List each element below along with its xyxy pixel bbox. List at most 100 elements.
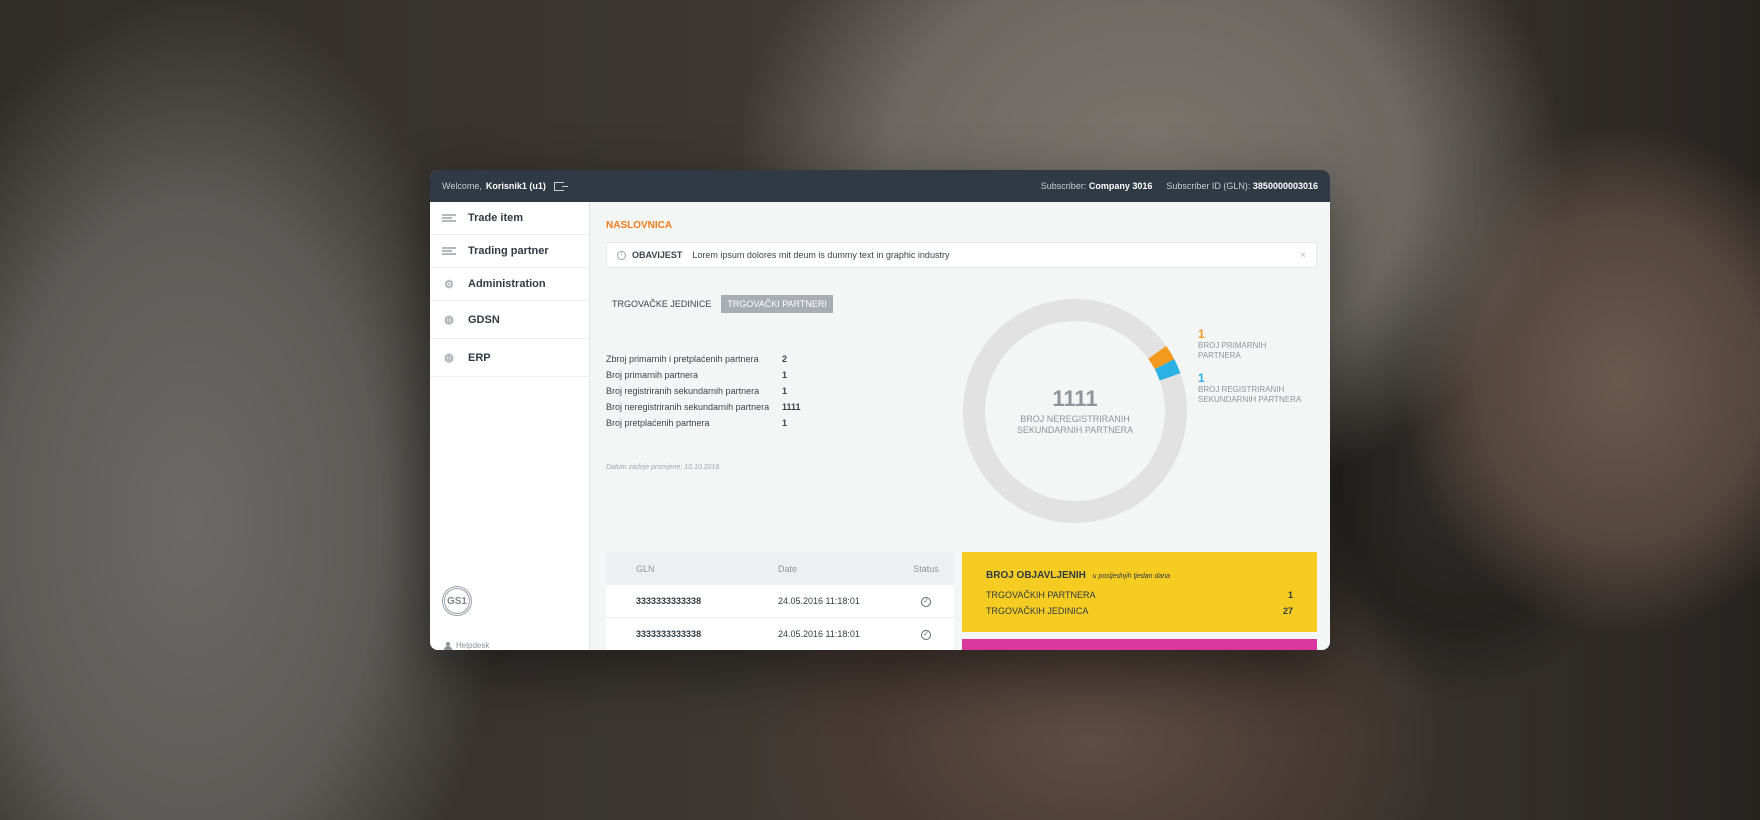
- gear-icon: ⚙: [444, 278, 454, 291]
- card-title: BROJ OBJAVLJENIH u posljednjih tjedan da…: [986, 570, 1293, 581]
- subscriber-id-value: 3850000003016: [1252, 181, 1318, 191]
- cell-status: ✓: [898, 628, 954, 640]
- page-title: NASLOVNICA: [606, 220, 673, 231]
- check-circle-icon: ✓: [921, 597, 931, 607]
- notice-text: Lorem ipsum dolores mit deum is dummy te…: [692, 250, 950, 260]
- welcome-label: Welcome,: [442, 181, 482, 191]
- subscriber-info: Subscriber: Company 3016 Subscriber ID (…: [1041, 181, 1318, 191]
- cell-gln: 3333333333338: [636, 596, 702, 606]
- legend-label: PARTNERA: [1198, 351, 1241, 360]
- sidebar-item-label: Administration: [468, 278, 546, 290]
- stat-value: 1111: [782, 402, 801, 412]
- subscriber-value: Company 3016: [1088, 181, 1153, 191]
- stat-value: 2: [782, 354, 788, 364]
- globe-icon: ◍: [444, 352, 454, 364]
- stat-label: Broj registriranih sekundarnih partnera: [606, 386, 760, 396]
- donut-chart: 1111 BROJ NEREGISTRIRANIH SEKUNDARNIH PA…: [962, 298, 1188, 524]
- stat-row: Broj registriranih sekundarnih partnera …: [606, 383, 806, 399]
- cell-date: 24.05.2016 11:18:01: [778, 629, 860, 639]
- sidebar-item-label: Trade item: [468, 212, 524, 224]
- legend-label: SEKUNDARNIH PARTNERA: [1198, 395, 1302, 404]
- subscriber-id: Subscriber ID (GLN): 3850000003016: [1166, 181, 1318, 191]
- donut-center: 1111 BROJ NEREGISTRIRANIH SEKUNDARNIH PA…: [962, 298, 1188, 524]
- card-row-label: TRGOVAČKIH JEDINICA: [986, 606, 1089, 616]
- legend-label: BROJ PRIMARNIH: [1198, 341, 1267, 350]
- secondary-card: [962, 639, 1317, 650]
- card-subtitle: u posljednjih tjedan dana: [1092, 573, 1171, 580]
- globe-icon: ◍: [444, 314, 454, 326]
- info-icon: i: [617, 250, 626, 260]
- legend-item: 1 BROJ PRIMARNIH PARTNERA: [1198, 327, 1318, 361]
- cell-gln: 3333333333338: [636, 629, 702, 639]
- table-row[interactable]: 3333333333338 24.05.2016 11:18:01 ✓: [606, 618, 954, 650]
- close-icon[interactable]: ×: [1300, 250, 1306, 261]
- table-header: GLN Date Status: [606, 552, 954, 585]
- legend-value: 1: [1198, 327, 1205, 341]
- legend-item: 1 BROJ REGISTRIRANIH SEKUNDARNIH PARTNER…: [1198, 371, 1318, 405]
- last-change-date: Datum zadnje promjene: 10.10.2016.: [606, 464, 722, 471]
- legend-label: BROJ REGISTRIRANIH: [1198, 385, 1285, 394]
- column-header-date[interactable]: Date: [778, 564, 898, 574]
- user-icon: [444, 641, 452, 650]
- card-row: TRGOVAČKIH JEDINICA 27: [986, 603, 1293, 619]
- subscriber-label: Subscriber:: [1040, 181, 1087, 191]
- sidebar-item-trade-item[interactable]: Trade item: [430, 202, 589, 235]
- main-content: NASLOVNICA i OBAVIJEST Lorem ipsum dolor…: [590, 202, 1330, 650]
- stat-label: Broj pretplaćenih partnera: [606, 418, 710, 428]
- donut-center-label: BROJ NEREGISTRIRANIH SEKUNDARNIH PARTNER…: [1017, 414, 1133, 436]
- stat-value: 1: [782, 370, 788, 380]
- check-circle-icon: ✓: [921, 630, 931, 640]
- stat-label: Zbroj primarnih i pretplaćenih partnera: [606, 354, 759, 364]
- notice-label: OBAVIJEST: [632, 250, 683, 260]
- stats-list: Zbroj primarnih i pretplaćenih partnera …: [606, 351, 806, 431]
- column-header-status[interactable]: Status: [898, 564, 954, 574]
- gs1-logo: GS1: [442, 586, 472, 616]
- helpdesk-label: Helpdesk: [456, 641, 490, 650]
- card-row-label: TRGOVAČKIH PARTNERA: [986, 590, 1096, 600]
- sidebar-item-administration[interactable]: ⚙ Administration: [430, 268, 589, 301]
- cell-status: ✓: [898, 595, 954, 607]
- tab-trgovacke-jedinice[interactable]: TRGOVAČKE JEDINICE: [606, 295, 717, 313]
- stat-row: Broj pretplaćenih partnera 1: [606, 415, 806, 431]
- card-row-value: 1: [1287, 590, 1293, 600]
- card-title-text: BROJ OBJAVLJENIH: [986, 570, 1086, 581]
- card-row: TRGOVAČKIH PARTNERA 1: [986, 587, 1293, 603]
- donut-center-label-line: BROJ NEREGISTRIRANIH: [1020, 414, 1130, 424]
- cell-date: 24.05.2016 11:18:01: [778, 596, 860, 606]
- donut-legend: 1 BROJ PRIMARNIH PARTNERA 1 BROJ REGISTR…: [1198, 327, 1318, 415]
- stat-row: Broj neregistriranih sekundarnih partner…: [606, 399, 806, 415]
- stat-row: Broj primarnih partnera 1: [606, 367, 806, 383]
- helpdesk-link[interactable]: Helpdesk: [444, 641, 489, 650]
- card-row-value: 27: [1282, 606, 1293, 616]
- app-window: Welcome, Korisnik1 (u1) Subscriber: Comp…: [430, 170, 1330, 650]
- tab-trgovacki-partneri[interactable]: TRGOVAČKI PARTNERI: [721, 295, 833, 313]
- sidebar-item-label: GDSN: [468, 313, 500, 326]
- table-row[interactable]: 3333333333338 24.05.2016 11:18:01 ✓: [606, 585, 954, 618]
- donut-center-value: 1111: [1052, 386, 1098, 411]
- sidebar-item-erp[interactable]: ◍ ERP: [430, 339, 589, 377]
- sidebar-item-gdsn[interactable]: ◍ GDSN: [430, 301, 589, 339]
- column-header-gln[interactable]: GLN: [606, 564, 778, 574]
- list-icon: [442, 213, 456, 223]
- stat-row: Zbroj primarnih i pretplaćenih partnera …: [606, 351, 806, 367]
- sidebar-item-label: ERP: [468, 351, 491, 364]
- donut-center-label-line: SEKUNDARNIH PARTNERA: [1016, 425, 1134, 435]
- tab-bar: TRGOVAČKE JEDINICE TRGOVAČKI PARTNERI: [606, 295, 833, 313]
- sidebar: Trade item Trading partner ⚙ Administrat…: [430, 202, 590, 650]
- top-bar: Welcome, Korisnik1 (u1) Subscriber: Comp…: [430, 170, 1330, 202]
- welcome-area: Welcome, Korisnik1 (u1): [442, 181, 568, 191]
- subscriber: Subscriber: Company 3016: [1041, 181, 1153, 191]
- list-icon: [442, 246, 456, 256]
- user-name[interactable]: Korisnik1 (u1): [486, 181, 546, 191]
- published-count-card: BROJ OBJAVLJENIH u posljednjih tjedan da…: [962, 552, 1317, 632]
- legend-value: 1: [1198, 371, 1205, 385]
- sidebar-item-trading-partner[interactable]: Trading partner: [430, 235, 589, 268]
- stat-value: 1: [782, 386, 788, 396]
- stat-label: Broj primarnih partnera: [606, 370, 699, 380]
- logout-icon[interactable]: [553, 181, 568, 191]
- stat-label: Broj neregistriranih sekundarnih partner…: [606, 402, 770, 412]
- subscriber-id-label: Subscriber ID (GLN):: [1166, 181, 1251, 191]
- stat-value: 1: [782, 418, 788, 428]
- sidebar-item-label: Trading partner: [468, 245, 549, 257]
- gln-table: GLN Date Status 3333333333338 24.05.2016…: [606, 552, 954, 650]
